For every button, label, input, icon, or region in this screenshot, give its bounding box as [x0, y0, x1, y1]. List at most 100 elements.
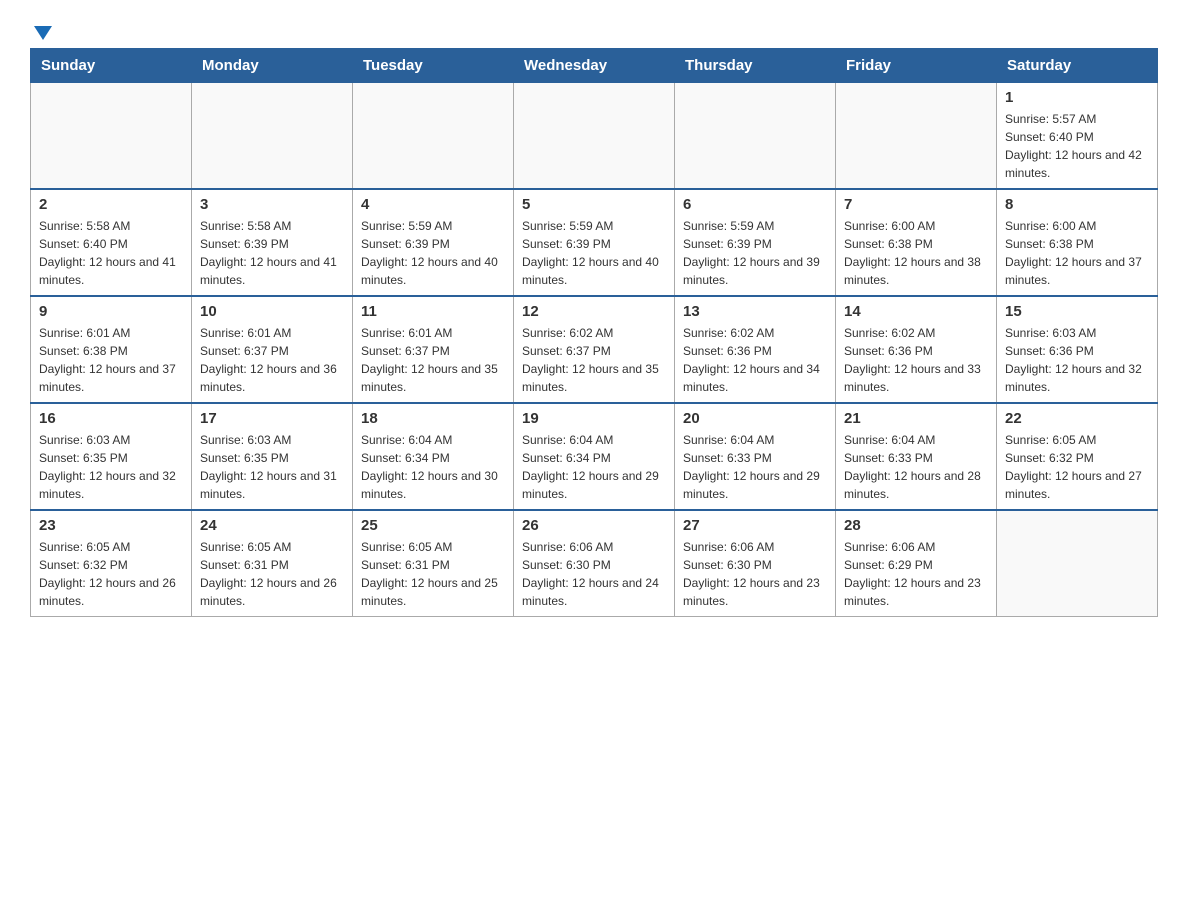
page-header	[30, 20, 1158, 38]
calendar-cell: 7 Sunrise: 6:00 AMSunset: 6:38 PMDaylight…	[836, 189, 997, 296]
weekday-header-friday: Friday	[836, 49, 997, 83]
day-info: Sunrise: 6:03 AMSunset: 6:35 PMDaylight:…	[200, 431, 344, 503]
day-info: Sunrise: 5:58 AMSunset: 6:39 PMDaylight:…	[200, 217, 344, 289]
weekday-header-row: SundayMondayTuesdayWednesdayThursdayFrid…	[31, 49, 1158, 83]
calendar-cell: 26Sunrise: 6:06 AMSunset: 6:30 PMDayligh…	[514, 510, 675, 617]
day-number: 10	[200, 303, 344, 320]
day-number: 18	[361, 410, 505, 427]
day-info: Sunrise: 6:02 AMSunset: 6:36 PMDaylight:…	[683, 324, 827, 396]
calendar-cell	[997, 510, 1158, 617]
day-number: 7	[844, 196, 988, 213]
day-number: 16	[39, 410, 183, 427]
day-number: 22	[1005, 410, 1149, 427]
calendar-row: 9 Sunrise: 6:01 AMSunset: 6:38 PMDaylight…	[31, 296, 1158, 403]
calendar-cell: 2 Sunrise: 5:58 AMSunset: 6:40 PMDaylight…	[31, 189, 192, 296]
calendar-cell: 17 Sunrise: 6:03 AMSunset: 6:35 PMDayligh…	[192, 403, 353, 510]
day-number: 23	[39, 517, 183, 534]
day-info: Sunrise: 5:59 AMSunset: 6:39 PMDaylight:…	[683, 217, 827, 289]
calendar-cell	[192, 83, 353, 190]
day-number: 19	[522, 410, 666, 427]
weekday-header-tuesday: Tuesday	[353, 49, 514, 83]
calendar-cell: 18 Sunrise: 6:04 AMSunset: 6:34 PMDayligh…	[353, 403, 514, 510]
calendar-cell: 10 Sunrise: 6:01 AMSunset: 6:37 PMDayligh…	[192, 296, 353, 403]
calendar-cell: 23 Sunrise: 6:05 AMSunset: 6:32 PMDayligh…	[31, 510, 192, 617]
day-info: Sunrise: 6:06 AMSunset: 6:29 PMDaylight:…	[844, 538, 988, 610]
day-number: 4	[361, 196, 505, 213]
day-info: Sunrise: 6:06 AMSunset: 6:30 PMDaylight:…	[683, 538, 827, 610]
calendar-cell: 20 Sunrise: 6:04 AMSunset: 6:33 PMDayligh…	[675, 403, 836, 510]
calendar-cell: 1 Sunrise: 5:57 AMSunset: 6:40 PMDaylight…	[997, 83, 1158, 190]
calendar-cell: 16 Sunrise: 6:03 AMSunset: 6:35 PMDayligh…	[31, 403, 192, 510]
calendar-cell: 3 Sunrise: 5:58 AMSunset: 6:39 PMDaylight…	[192, 189, 353, 296]
day-number: 3	[200, 196, 344, 213]
calendar-cell: 27Sunrise: 6:06 AMSunset: 6:30 PMDayligh…	[675, 510, 836, 617]
weekday-header-sunday: Sunday	[31, 49, 192, 83]
calendar-cell: 28 Sunrise: 6:06 AMSunset: 6:29 PMDayligh…	[836, 510, 997, 617]
day-number: 28	[844, 517, 988, 534]
day-number: 17	[200, 410, 344, 427]
calendar-row: 2 Sunrise: 5:58 AMSunset: 6:40 PMDaylight…	[31, 189, 1158, 296]
day-number: 6	[683, 196, 827, 213]
day-number: 13	[683, 303, 827, 320]
calendar-cell: 4 Sunrise: 5:59 AMSunset: 6:39 PMDaylight…	[353, 189, 514, 296]
calendar-row: 23 Sunrise: 6:05 AMSunset: 6:32 PMDayligh…	[31, 510, 1158, 617]
day-number: 25	[361, 517, 505, 534]
day-info: Sunrise: 5:57 AMSunset: 6:40 PMDaylight:…	[1005, 110, 1149, 182]
calendar-cell: 14 Sunrise: 6:02 AMSunset: 6:36 PMDayligh…	[836, 296, 997, 403]
day-number: 5	[522, 196, 666, 213]
day-info: Sunrise: 6:01 AMSunset: 6:38 PMDaylight:…	[39, 324, 183, 396]
day-info: Sunrise: 5:58 AMSunset: 6:40 PMDaylight:…	[39, 217, 183, 289]
day-info: Sunrise: 6:02 AMSunset: 6:36 PMDaylight:…	[844, 324, 988, 396]
calendar-cell	[675, 83, 836, 190]
day-info: Sunrise: 6:04 AMSunset: 6:34 PMDaylight:…	[522, 431, 666, 503]
day-number: 26	[522, 517, 666, 534]
calendar-cell: 11 Sunrise: 6:01 AMSunset: 6:37 PMDayligh…	[353, 296, 514, 403]
day-number: 12	[522, 303, 666, 320]
day-number: 2	[39, 196, 183, 213]
day-info: Sunrise: 6:00 AMSunset: 6:38 PMDaylight:…	[844, 217, 988, 289]
day-info: Sunrise: 6:05 AMSunset: 6:31 PMDaylight:…	[361, 538, 505, 610]
day-number: 9	[39, 303, 183, 320]
day-info: Sunrise: 6:03 AMSunset: 6:36 PMDaylight:…	[1005, 324, 1149, 396]
calendar-cell: 9 Sunrise: 6:01 AMSunset: 6:38 PMDaylight…	[31, 296, 192, 403]
calendar-cell: 8 Sunrise: 6:00 AMSunset: 6:38 PMDaylight…	[997, 189, 1158, 296]
logo	[30, 20, 54, 38]
calendar-cell	[31, 83, 192, 190]
day-number: 1	[1005, 89, 1149, 106]
calendar-cell: 15 Sunrise: 6:03 AMSunset: 6:36 PMDayligh…	[997, 296, 1158, 403]
day-number: 24	[200, 517, 344, 534]
day-number: 11	[361, 303, 505, 320]
calendar-cell	[514, 83, 675, 190]
calendar-cell: 13 Sunrise: 6:02 AMSunset: 6:36 PMDayligh…	[675, 296, 836, 403]
weekday-header-thursday: Thursday	[675, 49, 836, 83]
calendar-cell: 12Sunrise: 6:02 AMSunset: 6:37 PMDayligh…	[514, 296, 675, 403]
day-info: Sunrise: 6:04 AMSunset: 6:33 PMDaylight:…	[844, 431, 988, 503]
calendar-cell: 6 Sunrise: 5:59 AMSunset: 6:39 PMDaylight…	[675, 189, 836, 296]
calendar-cell: 21 Sunrise: 6:04 AMSunset: 6:33 PMDayligh…	[836, 403, 997, 510]
day-info: Sunrise: 6:05 AMSunset: 6:32 PMDaylight:…	[1005, 431, 1149, 503]
calendar-cell: 25 Sunrise: 6:05 AMSunset: 6:31 PMDayligh…	[353, 510, 514, 617]
day-info: Sunrise: 6:04 AMSunset: 6:33 PMDaylight:…	[683, 431, 827, 503]
day-info: Sunrise: 5:59 AMSunset: 6:39 PMDaylight:…	[522, 217, 666, 289]
calendar-cell	[836, 83, 997, 190]
day-info: Sunrise: 6:04 AMSunset: 6:34 PMDaylight:…	[361, 431, 505, 503]
day-number: 20	[683, 410, 827, 427]
day-info: Sunrise: 6:03 AMSunset: 6:35 PMDaylight:…	[39, 431, 183, 503]
day-info: Sunrise: 6:01 AMSunset: 6:37 PMDaylight:…	[361, 324, 505, 396]
day-info: Sunrise: 6:05 AMSunset: 6:32 PMDaylight:…	[39, 538, 183, 610]
calendar-cell: 22 Sunrise: 6:05 AMSunset: 6:32 PMDayligh…	[997, 403, 1158, 510]
day-info: Sunrise: 5:59 AMSunset: 6:39 PMDaylight:…	[361, 217, 505, 289]
calendar-cell: 24Sunrise: 6:05 AMSunset: 6:31 PMDayligh…	[192, 510, 353, 617]
weekday-header-wednesday: Wednesday	[514, 49, 675, 83]
day-info: Sunrise: 6:00 AMSunset: 6:38 PMDaylight:…	[1005, 217, 1149, 289]
calendar-cell: 5 Sunrise: 5:59 AMSunset: 6:39 PMDaylight…	[514, 189, 675, 296]
day-number: 21	[844, 410, 988, 427]
day-number: 15	[1005, 303, 1149, 320]
calendar-row: 1 Sunrise: 5:57 AMSunset: 6:40 PMDaylight…	[31, 83, 1158, 190]
weekday-header-monday: Monday	[192, 49, 353, 83]
calendar-cell: 19 Sunrise: 6:04 AMSunset: 6:34 PMDayligh…	[514, 403, 675, 510]
weekday-header-saturday: Saturday	[997, 49, 1158, 83]
day-number: 8	[1005, 196, 1149, 213]
day-info: Sunrise: 6:01 AMSunset: 6:37 PMDaylight:…	[200, 324, 344, 396]
day-number: 14	[844, 303, 988, 320]
